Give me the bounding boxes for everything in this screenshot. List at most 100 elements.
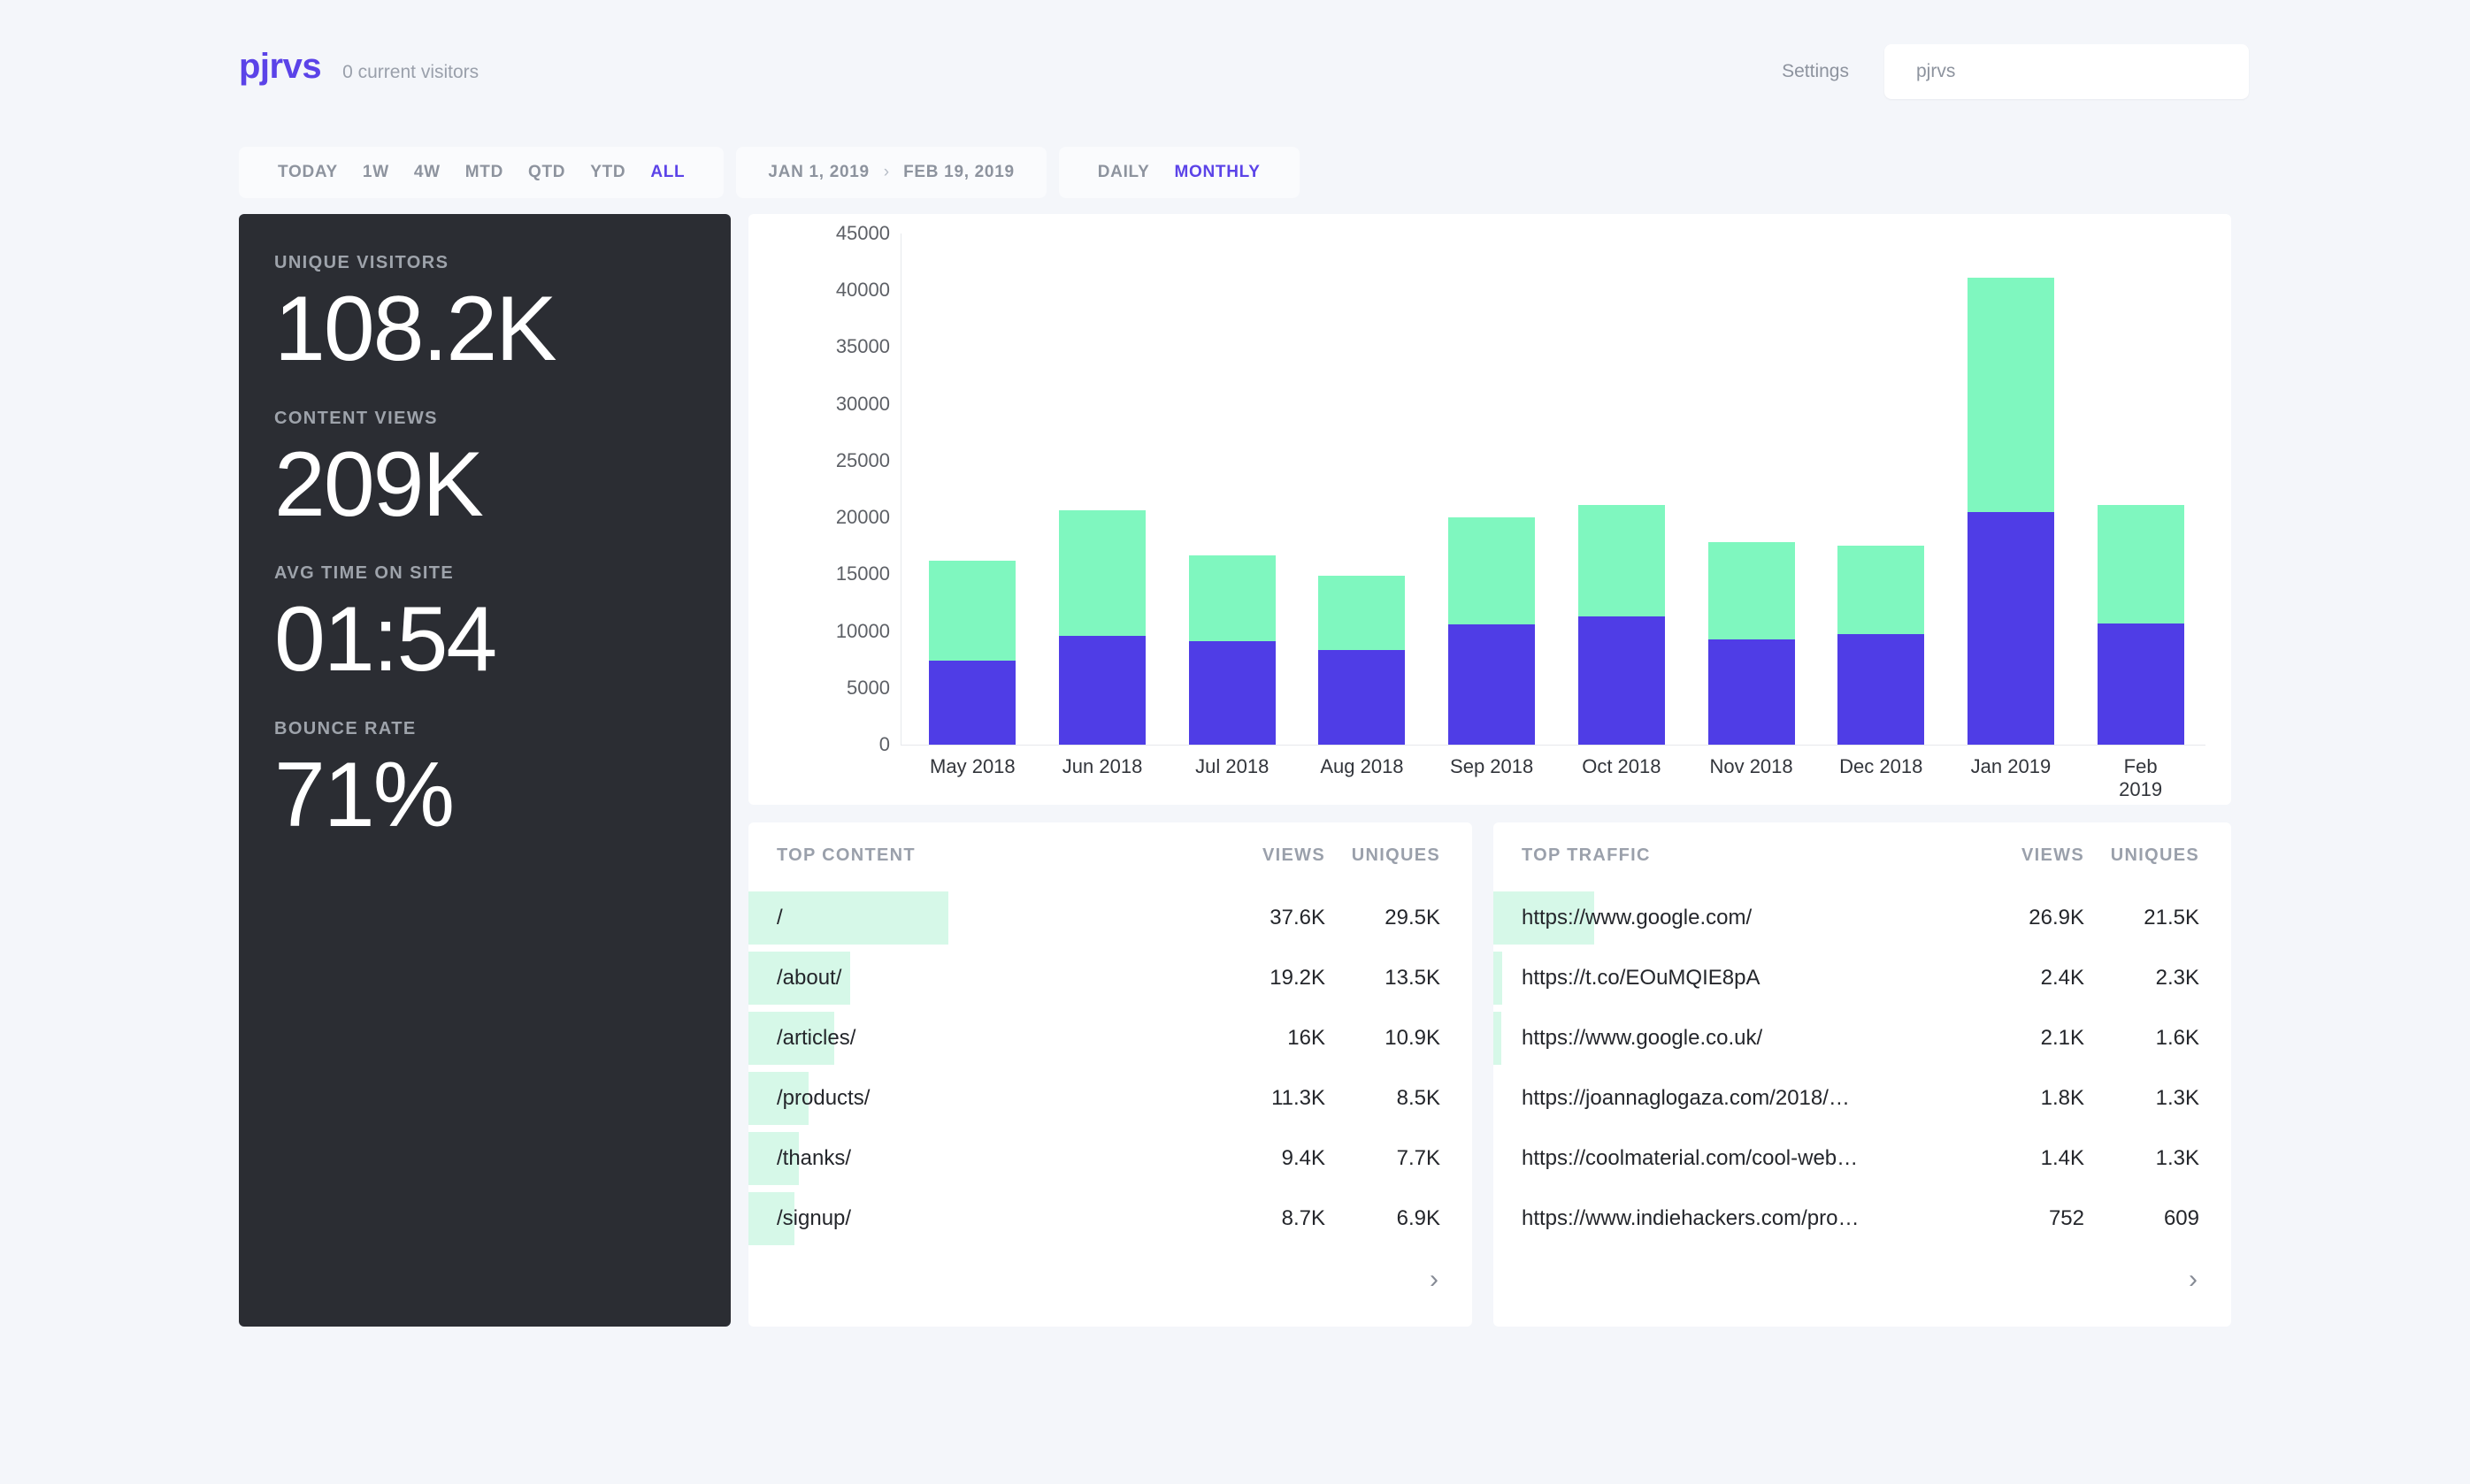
- granularity-pill-monthly[interactable]: MONTHLY: [1162, 163, 1273, 182]
- chevron-right-icon[interactable]: ›: [1430, 1266, 1438, 1293]
- row-label: https://www.indiehackers.com/pro…: [1522, 1206, 1860, 1230]
- current-visitors-label: 0 current visitors: [342, 62, 479, 82]
- visitors-chart-card: 0 5000 10000 15000 20000 25000 30000 35000 40000…: [748, 214, 2231, 805]
- chart-bar-segment-views: [1837, 546, 1925, 635]
- chart-bar[interactable]: [1318, 575, 1406, 745]
- table-row[interactable]: https://www.google.co.uk/2.1K 1.6K: [1493, 1008, 2231, 1068]
- top-traffic-rows: https://www.google.com/26.9K 21.5K https:/…: [1493, 888, 2231, 1249]
- table-row[interactable]: / 37.6K 29.5K: [748, 888, 1472, 948]
- chart-bar[interactable]: [1837, 546, 1925, 745]
- row-label: https://www.google.co.uk/: [1522, 1026, 1763, 1050]
- chart-bar-segment-views: [929, 560, 1016, 661]
- chart-bar[interactable]: [1707, 542, 1795, 745]
- y-tick-15000: 15000: [835, 562, 890, 585]
- row-label: https://coolmaterial.com/cool-web…: [1522, 1146, 1859, 1170]
- chart-bar[interactable]: [1448, 517, 1536, 745]
- filter-toolbar: TODAY 1W 4W MTD QTD YTD ALL JAN 1, 2019 › FEB …: [239, 147, 1300, 198]
- x-axis-label: Jun 2018: [1062, 755, 1143, 777]
- x-axis-label: Jan 2019: [1970, 755, 2052, 777]
- date-to: FEB 19, 2019: [903, 163, 1015, 181]
- chart-bar-segment-uniques: [1059, 635, 1147, 745]
- top-content-footer: ›: [748, 1249, 1472, 1311]
- x-axis-label: Feb 2019: [2119, 755, 2163, 800]
- top-content-uniques-header: UNIQUES: [1351, 845, 1440, 865]
- row-views-value: 1.8K: [2040, 1086, 2084, 1110]
- row-uniques-value: 29.5K: [1385, 906, 1440, 929]
- chart-bar-segment-views: [1577, 504, 1665, 616]
- row-uniques-value: 1.3K: [2155, 1086, 2199, 1110]
- top-content-card: TOP CONTENT VIEWS UNIQUES / 37.6K 29.5K/ab…: [748, 822, 1472, 1327]
- chart-bar-segment-views: [1707, 542, 1795, 639]
- date-range-display[interactable]: JAN 1, 2019 › FEB 19, 2019: [736, 147, 1047, 198]
- date-from: JAN 1, 2019: [768, 163, 870, 181]
- x-axis-label: Dec 2018: [1839, 755, 1923, 777]
- range-pill-all[interactable]: ALL: [638, 163, 697, 182]
- chart-bar[interactable]: [1577, 504, 1665, 745]
- row-views-value: 752: [2048, 1206, 2084, 1230]
- row-views-value: 37.6K: [1270, 906, 1325, 929]
- date-range-pills: TODAY 1W 4W MTD QTD YTD ALL: [239, 147, 725, 198]
- site-select[interactable]: pjrvs: [1884, 44, 2249, 99]
- range-pill-qtd[interactable]: QTD: [516, 163, 578, 182]
- row-uniques-value: 13.5K: [1385, 966, 1440, 990]
- table-row[interactable]: /thanks/9.4K 7.7K: [748, 1128, 1472, 1189]
- app-header: pjrvs 0 current visitors Settings pjrvs: [0, 0, 2470, 142]
- chart-bar[interactable]: [929, 560, 1016, 745]
- range-pill-4w[interactable]: 4W: [402, 163, 453, 182]
- row-views-value: 26.9K: [2029, 906, 2084, 929]
- row-views-value: 8.7K: [1281, 1206, 1325, 1230]
- chart-bar-segment-uniques: [1188, 641, 1276, 745]
- chart-bar-segment-uniques: [1967, 511, 2054, 745]
- range-pill-today[interactable]: TODAY: [265, 163, 350, 182]
- settings-link[interactable]: Settings: [1782, 61, 1849, 82]
- chevron-right-icon[interactable]: ›: [2189, 1266, 2198, 1293]
- top-traffic-card: TOP TRAFFIC VIEWS UNIQUES https://www.go…: [1493, 822, 2231, 1327]
- row-views-value: 9.4K: [1281, 1146, 1325, 1170]
- y-tick-0: 0: [878, 733, 890, 755]
- table-row[interactable]: https://coolmaterial.com/cool-web… 1.4K 1.…: [1493, 1128, 2231, 1189]
- range-pill-mtd[interactable]: MTD: [453, 163, 516, 182]
- chart-bar-segment-views: [1188, 555, 1276, 642]
- y-tick-10000: 10000: [835, 619, 890, 642]
- top-content-header: TOP CONTENT VIEWS UNIQUES: [748, 822, 1472, 888]
- range-pill-ytd[interactable]: YTD: [578, 163, 638, 182]
- chart-bar[interactable]: [1059, 510, 1147, 745]
- top-content-views-header: VIEWS: [1262, 845, 1325, 865]
- y-tick-35000: 35000: [835, 335, 890, 358]
- x-axis-label: Jul 2018: [1195, 755, 1270, 777]
- chart-bar[interactable]: [1188, 555, 1276, 745]
- y-tick-45000: 45000: [835, 222, 890, 244]
- table-row[interactable]: https://t.co/EOuMQIE8pA 2.4K 2.3K: [1493, 948, 2231, 1008]
- table-row[interactable]: https://joannaglogaza.com/2018/… 1.8K 1.3K: [1493, 1068, 2231, 1128]
- range-pill-1w[interactable]: 1W: [350, 163, 402, 182]
- row-uniques-value: 21.5K: [2144, 906, 2199, 929]
- row-uniques-value: 10.9K: [1385, 1026, 1440, 1050]
- row-views-value: 1.4K: [2040, 1146, 2084, 1170]
- row-uniques-value: 6.9K: [1396, 1206, 1440, 1230]
- chart-bar-segment-uniques: [2097, 623, 2184, 745]
- stat-value: 71%: [274, 744, 455, 847]
- table-row[interactable]: /about/19.2K 13.5K: [748, 948, 1472, 1008]
- app-logo[interactable]: pjrvs: [239, 49, 322, 84]
- chart-bar-segment-uniques: [1577, 616, 1665, 745]
- y-tick-30000: 30000: [835, 392, 890, 415]
- table-row[interactable]: /articles/16K 10.9K: [748, 1008, 1472, 1068]
- stats-sidebar: UNIQUE VISITORS 108.2K CONTENT VIEWS 209K AV…: [239, 214, 731, 1327]
- chart-bar-segment-views: [1967, 278, 2054, 512]
- stat-card-bounce-rate: BOUNCE RATE 71%: [274, 719, 731, 850]
- table-row[interactable]: https://www.indiehackers.com/pro… 752 609: [1493, 1189, 2231, 1249]
- chart-bar-segment-uniques: [1318, 650, 1406, 745]
- row-uniques-value: 609: [2163, 1206, 2199, 1230]
- granularity-pill-daily[interactable]: DAILY: [1085, 163, 1162, 182]
- table-row[interactable]: /products/11.3K 8.5K: [748, 1068, 1472, 1128]
- x-axis-label: Aug 2018: [1320, 755, 1404, 777]
- chart-x-axis-line: [901, 745, 2205, 746]
- table-row[interactable]: https://www.google.com/26.9K 21.5K: [1493, 888, 2231, 948]
- chart-bar-segment-views: [1059, 510, 1147, 636]
- row-views-value: 19.2K: [1270, 966, 1325, 990]
- table-row[interactable]: /signup/8.7K 6.9K: [748, 1189, 1472, 1249]
- row-label: /articles/: [777, 1026, 856, 1050]
- chart-bar[interactable]: [1967, 278, 2054, 745]
- chart-bar[interactable]: [2097, 505, 2184, 745]
- row-uniques-value: 7.7K: [1396, 1146, 1440, 1170]
